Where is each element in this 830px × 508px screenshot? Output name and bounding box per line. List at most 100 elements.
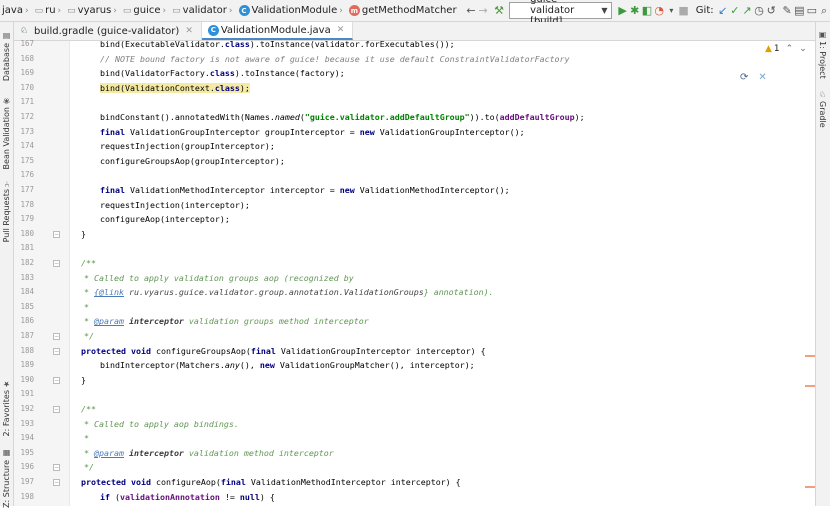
stop-icon[interactable]: ■	[678, 3, 688, 19]
fold-toggle-icon[interactable]: −	[53, 230, 60, 238]
close-icon[interactable]: ✕	[185, 26, 193, 36]
git-push-icon[interactable]: ↗	[742, 3, 752, 19]
code-line[interactable]: bindInterceptor(Matchers.any(), new Vali…	[100, 358, 475, 373]
right-tool-strip: ▣ 1: Project ♘ Gradle	[815, 22, 830, 506]
close-icon[interactable]: ✕	[337, 25, 345, 35]
code-line[interactable]: bind(ValidatorFactory.class).toInstance(…	[100, 66, 345, 81]
code-line[interactable]: final ValidationMethodInterceptor interc…	[100, 183, 510, 198]
left-tool-strip: Database ▤ Bean Validation ❀ Pull Requests…	[0, 22, 14, 508]
profile-icon[interactable]: ◔	[654, 3, 664, 19]
code-line[interactable]: requestInjection(interceptor);	[100, 198, 250, 213]
pull-request-icon: ⑂	[2, 179, 11, 187]
line-number: 183	[20, 272, 34, 282]
code-line[interactable]: /**	[81, 402, 96, 417]
tool-window-project[interactable]: ▣ 1: Project	[818, 28, 827, 79]
tool-window-bean-validation[interactable]: Bean Validation ❀	[2, 94, 11, 169]
fold-toggle-icon[interactable]: −	[53, 333, 60, 340]
line-number: 171	[20, 97, 34, 107]
project-structure-icon[interactable]: ▤	[794, 3, 804, 19]
code-editor[interactable]: bind(ExecutableValidator.class).toInstan…	[70, 41, 815, 506]
editor-tabs: ♘ build.gradle (guice-validator) ✕ C Val…	[14, 22, 815, 41]
code-line[interactable]: bind(ValidationContext.class);	[100, 81, 250, 96]
tool-window-label: Bean Validation	[2, 107, 11, 170]
fold-toggle-icon[interactable]: −	[53, 479, 60, 486]
code-line[interactable]: *	[84, 300, 89, 315]
code-line[interactable]: bindConstant().annotatedWith(Names.named…	[100, 110, 585, 125]
code-line[interactable]: * @param interceptor validation method i…	[84, 446, 334, 461]
code-line[interactable]: */	[84, 460, 94, 475]
breadcrumb-ru[interactable]: ▭ ru ›	[33, 5, 66, 16]
tool-window-pull-requests[interactable]: Pull Requests ⑂	[2, 177, 11, 242]
code-line[interactable]: }	[81, 227, 86, 242]
code-line[interactable]: final ValidationGroupInterceptor groupIn…	[100, 125, 525, 140]
chevron-right-icon: ›	[113, 5, 117, 16]
breadcrumb-validator[interactable]: ▭ validator ›	[170, 5, 236, 16]
code-line[interactable]: protected void configureAop(final Valida…	[81, 475, 461, 490]
settings-wrench-icon[interactable]: ✎	[782, 3, 792, 19]
line-number: 184	[20, 287, 34, 297]
coverage-icon[interactable]: ◧	[642, 3, 652, 19]
database-icon: ▤	[2, 32, 11, 41]
build-hammer-icon[interactable]: ⚒	[494, 3, 504, 19]
breadcrumb-vyarus[interactable]: ▭ vyarus ›	[65, 5, 121, 16]
warning-icon: ▲	[765, 44, 772, 54]
inspection-widget[interactable]: ▲ 1 ⌃ ⌄	[765, 44, 807, 54]
error-stripe-mark[interactable]	[805, 385, 815, 387]
fold-toggle-icon[interactable]: −	[53, 376, 60, 384]
fold-toggle-icon[interactable]: −	[53, 260, 60, 267]
git-update-icon[interactable]: ↙	[718, 3, 728, 19]
code-line[interactable]: * Called to apply validation groups aop …	[84, 271, 354, 286]
tool-window-structure[interactable]: Z: Structure ▦	[2, 447, 11, 508]
fold-toggle-icon[interactable]: −	[53, 464, 60, 472]
debug-icon[interactable]: ✱	[630, 3, 640, 19]
code-line[interactable]: * {@link ru.vyarus.guice.validator.group…	[84, 285, 494, 300]
presentation-icon[interactable]: ▭	[807, 3, 817, 19]
breadcrumb-class[interactable]: C ValidationModule ›	[237, 5, 347, 16]
code-line[interactable]: // NOTE bound factory is not aware of gu…	[100, 52, 570, 67]
code-line[interactable]: * Called to apply aop bindings.	[84, 417, 239, 432]
breadcrumb-guice[interactable]: ▭ guice ›	[121, 5, 170, 16]
tab-validation-module[interactable]: C ValidationModule.java ✕	[201, 22, 354, 40]
tool-window-favorites[interactable]: 2: Favorites ★	[2, 377, 11, 436]
close-icon[interactable]: ✕	[758, 72, 766, 83]
code-line[interactable]: configureGroupsAop(groupInterceptor);	[100, 154, 285, 169]
gradle-reload-widget[interactable]: ⟳ ✕	[740, 72, 767, 83]
code-line[interactable]: if (validationAnnotation != null) {	[100, 490, 275, 505]
tool-window-database[interactable]: Database ▤	[2, 30, 11, 81]
gradle-reload-icon[interactable]: ⟳	[740, 72, 748, 83]
chevron-down-icon[interactable]: ⌄	[799, 44, 807, 54]
code-line[interactable]: /**	[81, 256, 96, 271]
code-line[interactable]: bind(ExecutableValidator.class).toInstan…	[100, 41, 455, 52]
fold-toggle-icon[interactable]: −	[53, 347, 60, 355]
code-line[interactable]: *	[84, 431, 89, 446]
run-icon[interactable]: ▶	[617, 3, 627, 19]
code-line[interactable]: */	[84, 329, 94, 344]
tool-window-gradle[interactable]: ♘ Gradle	[818, 88, 827, 128]
git-commit-icon[interactable]: ✓	[730, 3, 740, 19]
code-line[interactable]: configureAop(interceptor);	[100, 212, 230, 227]
error-stripe-mark[interactable]	[805, 355, 815, 357]
code-line[interactable]: requestInjection(groupInterceptor);	[100, 139, 275, 154]
forward-arrow-icon[interactable]: →	[478, 3, 488, 19]
history-icon[interactable]: ◷	[754, 3, 764, 19]
tool-window-label: Pull Requests	[2, 189, 11, 243]
back-arrow-icon[interactable]: ←	[466, 3, 476, 19]
line-number: 175	[20, 155, 34, 165]
search-icon[interactable]: ⌕	[819, 3, 829, 19]
chevron-up-icon[interactable]: ⌃	[786, 44, 794, 54]
tab-build-gradle[interactable]: ♘ build.gradle (guice-validator) ✕	[14, 22, 202, 40]
line-number: 197	[20, 477, 34, 486]
run-configuration-select[interactable]: guice-validator [build]▼	[509, 0, 613, 27]
breadcrumb-java[interactable]: java ›	[0, 5, 33, 16]
rollback-icon[interactable]: ↺	[766, 3, 776, 19]
error-stripe-mark[interactable]	[805, 486, 815, 488]
fold-toggle-icon[interactable]: −	[53, 406, 60, 413]
line-number: 168	[20, 53, 34, 63]
code-line[interactable]: * @param interceptor validation groups m…	[84, 314, 369, 329]
git-label: Git:	[695, 5, 714, 16]
more-run-icon[interactable]: ▾	[666, 3, 676, 19]
code-line[interactable]: }	[81, 373, 86, 388]
code-line[interactable]: protected void configureGroupsAop(final …	[81, 344, 486, 359]
breadcrumb-method[interactable]: m getMethodMatcher	[347, 5, 459, 16]
structure-icon: ▦	[2, 449, 11, 458]
